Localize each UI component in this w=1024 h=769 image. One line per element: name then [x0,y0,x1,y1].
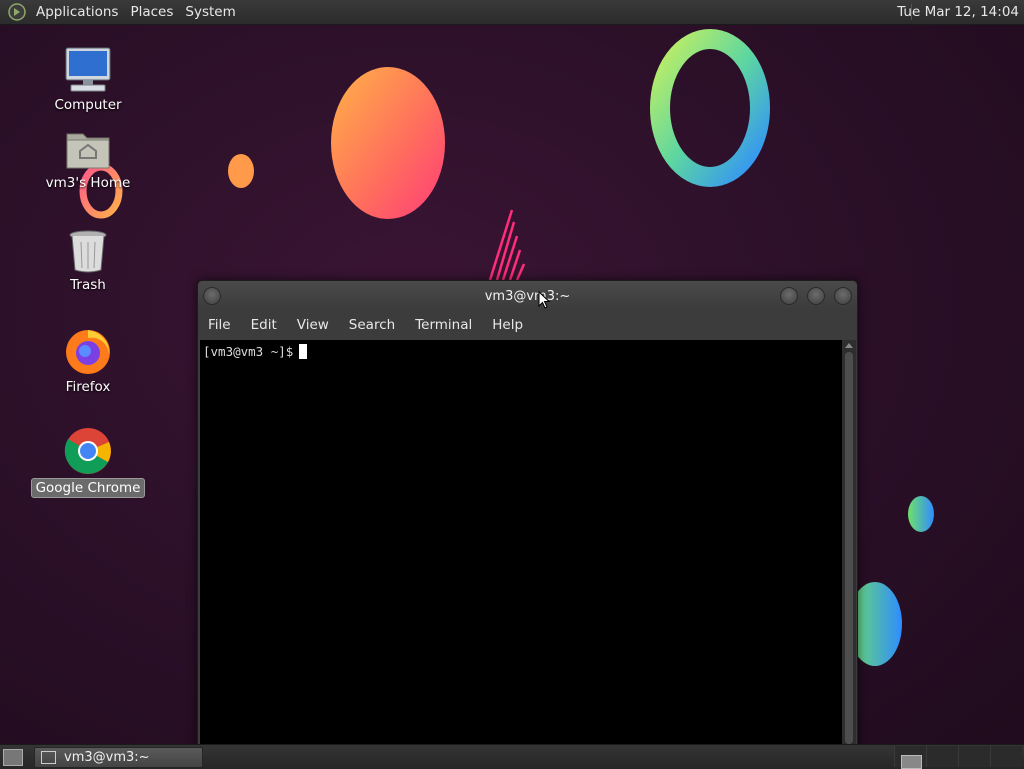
mouse-pointer-icon [538,291,550,309]
clock[interactable]: Tue Mar 12, 14:04 [897,4,1019,20]
maximize-button[interactable] [807,287,825,305]
desktop-icon-label: Trash [70,277,106,293]
menu-view[interactable]: View [287,317,339,333]
window-title: vm3@vm3:~ [484,289,571,304]
shell-prompt: [vm3@vm3 ~]$ [203,344,294,359]
menu-search[interactable]: Search [339,317,405,333]
terminal-scrollbar[interactable] [842,340,856,747]
terminal-menubar: File Edit View Search Terminal Help [198,311,857,339]
computer-icon [65,47,111,92]
desktop-icon-label: Google Chrome [30,478,146,498]
taskbar-item-terminal[interactable]: vm3@vm3:~ [34,747,203,768]
show-desktop-button[interactable] [3,749,23,766]
top-panel: Applications Places System Tue Mar 12, 1… [0,0,1024,25]
trash-icon [69,230,107,273]
places-menu[interactable]: Places [124,4,179,20]
applications-menu[interactable]: Applications [30,4,124,20]
terminal-icon [41,751,56,764]
workspace-1[interactable] [894,746,926,769]
desktop-icon-label: Computer [54,97,122,113]
shell-prompt-line: [vm3@vm3 ~]$ [203,344,308,359]
taskbar-item-label: vm3@vm3:~ [64,750,150,765]
menu-file[interactable]: File [198,317,241,333]
home-folder-icon [66,133,110,169]
desktop-icon-google-chrome[interactable]: Google Chrome [28,426,148,498]
menu-help[interactable]: Help [482,317,533,333]
close-button[interactable] [834,287,852,305]
desktop-icon-trash[interactable]: Trash [28,228,148,294]
workspace-2[interactable] [926,746,958,767]
menu-terminal[interactable]: Terminal [405,317,482,333]
terminal-output[interactable]: [vm3@vm3 ~]$ [200,340,842,747]
desktop-icon-home[interactable]: vm3's Home [28,128,148,192]
scrollbar-thumb[interactable] [845,352,853,744]
workspace-3[interactable] [958,746,990,767]
workspace-4[interactable] [990,746,1022,767]
desktop-icon-computer[interactable]: Computer [28,46,148,114]
desktop-icon-label: vm3's Home [45,175,131,191]
desktop-icon-label: Firefox [65,379,111,395]
chrome-icon [64,428,111,474]
scroll-up-arrow-icon[interactable] [845,343,853,348]
terminal-window[interactable]: vm3@vm3:~ File Edit View Search Terminal… [197,280,858,748]
menu-edit[interactable]: Edit [241,317,287,333]
distro-logo-icon[interactable] [8,3,26,21]
bottom-panel: vm3@vm3:~ [0,744,1024,769]
firefox-icon [66,330,110,374]
desktop-icon-firefox[interactable]: Firefox [28,326,148,396]
minimize-button[interactable] [780,287,798,305]
system-menu[interactable]: System [179,4,241,20]
window-titlebar[interactable]: vm3@vm3:~ [198,281,857,311]
text-cursor [299,344,308,359]
